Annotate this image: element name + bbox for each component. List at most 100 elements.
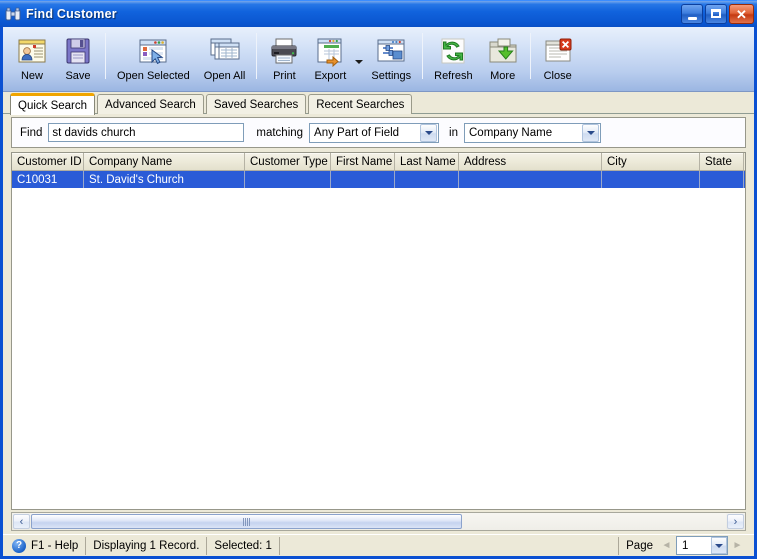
table-cell [331,171,395,188]
table-cell [700,171,744,188]
pagination-pane: Page ◄ 1 ► [618,536,752,555]
settings-button[interactable]: Settings [364,31,418,89]
scrollbar-track[interactable] [31,513,726,530]
horizontal-scrollbar[interactable]: ‹ › [11,512,746,531]
grid-column-header[interactable]: Company Name [84,153,245,170]
new-button[interactable]: New [9,31,55,89]
help-question-icon: ? [12,538,26,553]
grid-header-row: Customer ID Company Name Customer Type Firs… [12,153,745,171]
page-select[interactable]: 1 [676,536,728,555]
search-input[interactable] [48,123,245,142]
toolbar-separator [422,33,424,79]
quick-search-panel: Find matching Any Part of Field in Compa… [11,117,746,148]
contact-card-icon [16,35,48,67]
open-selected-button[interactable]: Open Selected [110,31,197,89]
more-button-label: More [490,70,516,82]
folder-download-icon [487,35,519,67]
chevron-down-icon [711,537,727,554]
tab-saved-searches[interactable]: Saved Searches [205,94,307,114]
title-bar[interactable]: Find Customer ✕ [0,0,757,27]
selected-count-label: Selected: 1 [214,539,272,552]
table-cell [602,171,700,188]
tab-saved-searches-label: Saved Searches [213,98,299,111]
tab-recent-searches-label: Recent Searches [316,98,405,111]
export-button[interactable]: Export [307,31,353,89]
settings-button-label: Settings [371,70,412,82]
window-title: Find Customer [26,7,117,21]
printer-icon [268,35,300,67]
chevron-down-icon [582,123,599,142]
open-selected-button-label: Open Selected [117,70,190,82]
help-pane[interactable]: ? F1 - Help [5,536,87,555]
grid-column-header[interactable]: City [602,153,700,170]
table-cell: C10031 [12,171,84,188]
results-grid: Customer ID Company Name Customer Type Firs… [11,152,746,510]
table-cell [245,171,331,188]
client-area: New Save Open Selected Open All Print Ex… [3,27,754,556]
window-controls: ✕ [681,4,754,24]
find-label: Find [20,126,43,139]
selected-count-pane: Selected: 1 [207,536,280,555]
floppy-disk-icon [62,35,94,67]
table-cell [395,171,459,188]
previous-page-button[interactable]: ◄ [659,537,674,554]
scroll-right-arrow-icon[interactable]: › [727,514,744,529]
grid-column-header[interactable]: Customer ID [12,153,84,170]
tab-advanced-search-label: Advanced Search [105,98,196,111]
chevron-down-icon [354,60,363,64]
record-count-pane: Displaying 1 Record. [86,536,208,555]
matching-mode-value: Any Part of Field [314,126,400,139]
grid-column-header[interactable]: Customer Type [245,153,331,170]
print-button-label: Print [273,70,296,82]
close-icon: ✕ [736,7,747,22]
save-button[interactable]: Save [55,31,101,89]
open-all-button-label: Open All [203,70,246,82]
open-all-button[interactable]: Open All [197,31,253,89]
close-button[interactable]: Close [535,31,581,89]
tab-quick-search-label: Quick Search [18,100,88,112]
scrollbar-thumb[interactable] [31,514,462,529]
maximize-button[interactable] [705,4,727,24]
close-window-icon [542,35,574,67]
export-spreadsheet-icon [314,35,346,68]
tab-advanced-search[interactable]: Advanced Search [97,94,204,114]
main-toolbar: New Save Open Selected Open All Print Ex… [3,27,754,92]
more-button[interactable]: More [480,31,526,89]
page-value: 1 [682,539,689,552]
application-window: Find Customer ✕ New Save Open Selected O… [0,0,757,559]
grid-column-header[interactable]: Address [459,153,602,170]
settings-window-icon [375,35,407,67]
matching-mode-select[interactable]: Any Part of Field [309,122,440,143]
table-cell: St. David's Church [84,171,245,188]
grip-icon [242,517,250,526]
record-count-label: Displaying 1 Record. [93,539,200,552]
grid-column-header[interactable]: State [700,153,744,170]
binoculars-icon [5,6,21,22]
matching-label: matching [256,126,304,139]
status-bar: ? F1 - Help Displaying 1 Record. Selecte… [3,534,754,556]
help-label: F1 - Help [31,539,79,552]
new-button-label: New [20,70,43,82]
table-row[interactable]: C10031 St. David's Church [12,171,745,188]
grid-column-header[interactable]: Last Name [395,153,459,170]
close-window-button[interactable]: ✕ [729,4,754,24]
tab-quick-search[interactable]: Quick Search [10,93,96,115]
save-button-label: Save [65,70,91,82]
toolbar-separator [105,33,106,79]
tab-recent-searches[interactable]: Recent Searches [308,94,413,114]
export-dropdown-button[interactable] [353,31,364,89]
export-button-label: Export [314,70,347,82]
search-field-select[interactable]: Company Name [464,122,601,143]
refresh-arrows-icon [437,35,469,67]
minimize-button[interactable] [681,4,703,24]
scroll-left-arrow-icon[interactable]: ‹ [13,514,30,529]
search-field-value: Company Name [469,126,553,139]
grid-column-header[interactable]: First Name [331,153,395,170]
grid-body[interactable]: C10031 St. David's Church [12,171,745,509]
print-button[interactable]: Print [261,31,307,89]
refresh-button-label: Refresh [434,70,473,82]
next-page-button[interactable]: ► [730,537,745,554]
chevron-down-icon [420,123,438,142]
toolbar-separator [256,33,258,79]
refresh-button[interactable]: Refresh [427,31,480,89]
